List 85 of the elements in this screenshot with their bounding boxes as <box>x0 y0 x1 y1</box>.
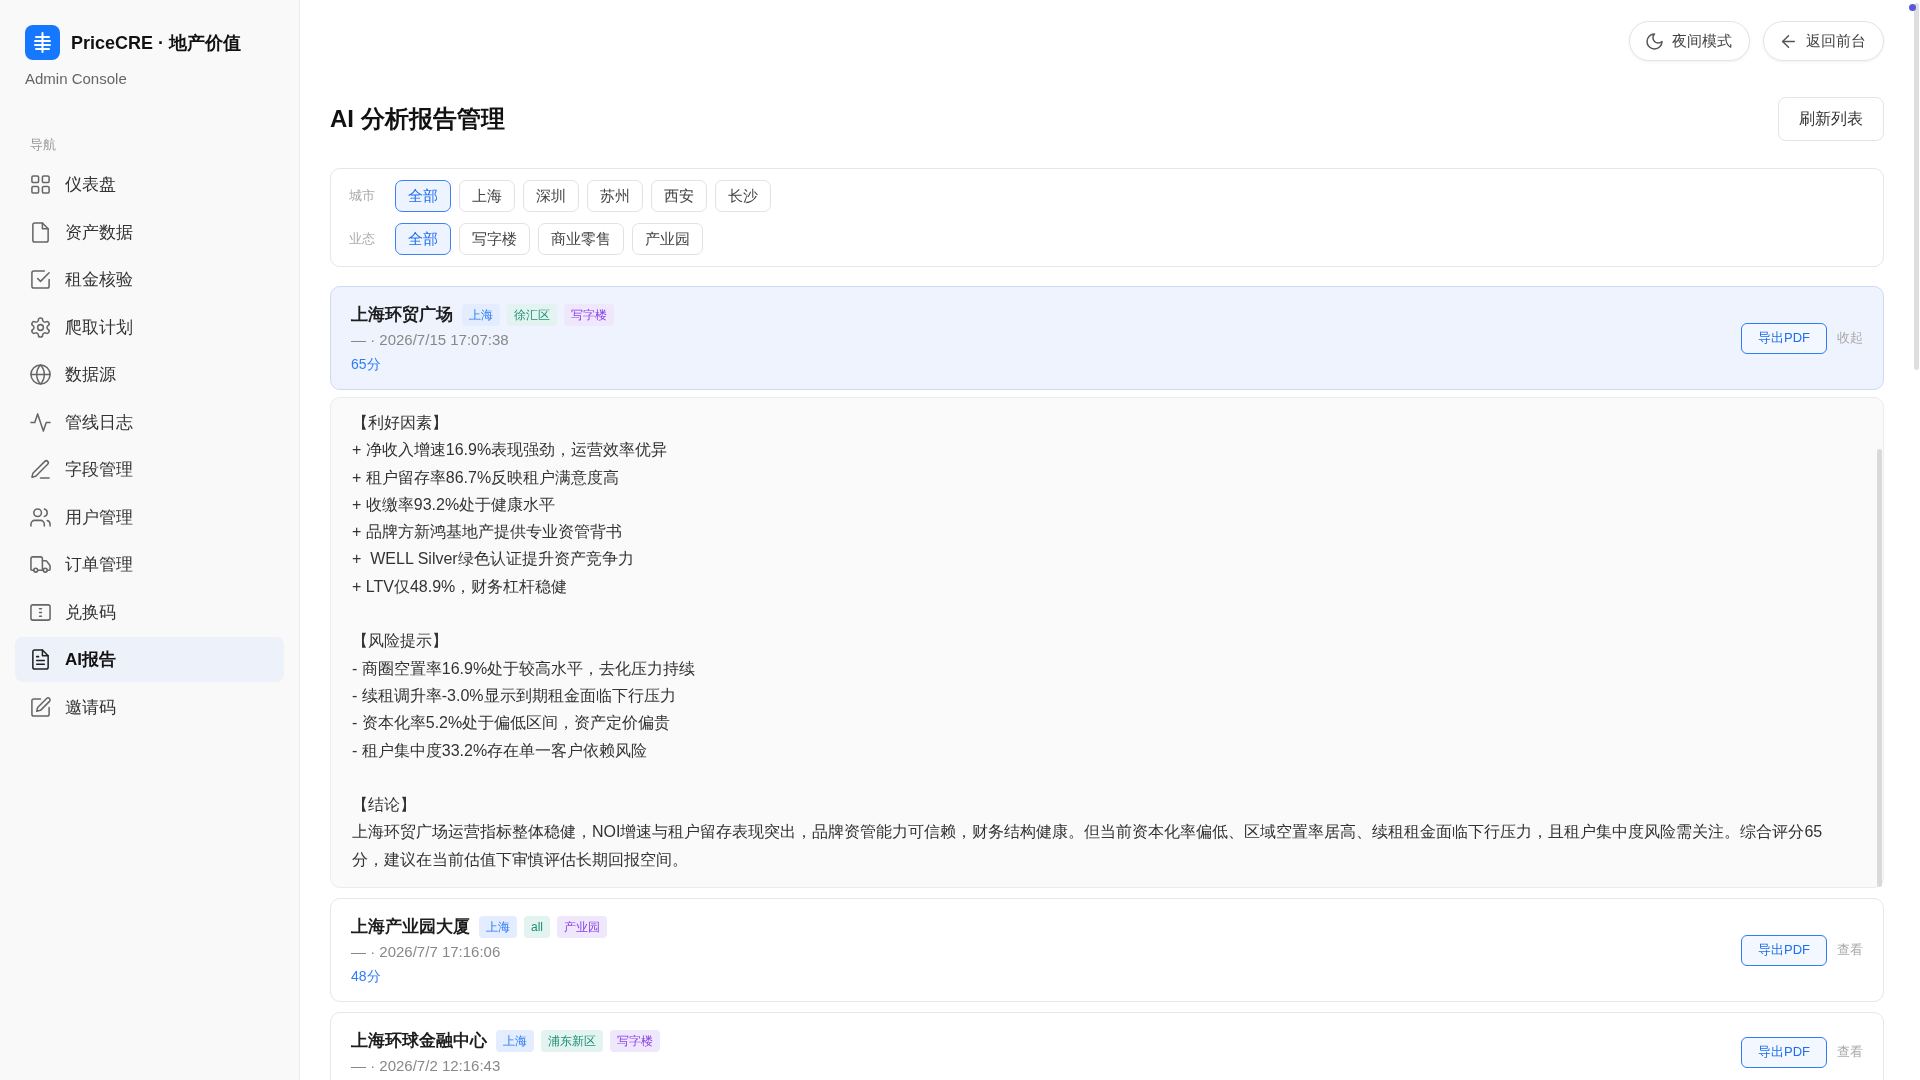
tag: 产业园 <box>557 916 607 939</box>
section-heading: 【利好因素】 <box>352 413 449 433</box>
nav-item[interactable]: 用户管理 <box>15 494 284 540</box>
report-title: 上海环贸广场 <box>351 304 453 326</box>
report-card[interactable]: 上海环球金融中心 上海 浦东新区 写字楼 — · 2026/7/2 12:16:43 导出PDF 查看 <box>330 1012 1884 1080</box>
filter-chip[interactable]: 上海 <box>459 180 515 212</box>
scrollbar[interactable] <box>1914 3 1919 370</box>
nav-item[interactable]: 数据源 <box>15 352 284 397</box>
report-line: + LTV仅48.9%，财务杠杆稳健 <box>352 576 569 597</box>
page-title: AI 分析报告管理 <box>330 104 505 134</box>
refresh-button[interactable]: 刷新列表 <box>1778 97 1884 141</box>
filter-chip[interactable]: 商业零售 <box>538 223 624 255</box>
tag: 上海 <box>462 304 500 326</box>
grid-icon <box>30 174 51 195</box>
report-line: + WELL Silver绿色认证提升资产竞争力 <box>352 549 635 570</box>
filter-chip[interactable]: 西安 <box>651 180 707 212</box>
nav-item[interactable]: 管线日志 <box>15 399 284 445</box>
nav-section-label: 导航 <box>30 137 56 153</box>
filter-chip[interactable]: 产业园 <box>632 223 703 255</box>
filter-chip[interactable]: 全部 <box>395 180 451 212</box>
filter-chip[interactable]: 全部 <box>395 223 451 255</box>
brand-name: PriceCRE · 地产价值 <box>71 31 242 55</box>
export-pdf-button[interactable]: 导出PDF <box>1741 934 1827 966</box>
filter-chip[interactable]: 长沙 <box>715 180 771 212</box>
ticket-icon <box>30 601 51 623</box>
report-line: - 商圈空置率16.9%处于较高水平，去化压力持续 <box>352 658 697 679</box>
nav-item[interactable]: AI报告 <box>15 637 284 682</box>
globe-icon <box>30 364 51 385</box>
gear-icon <box>30 316 51 338</box>
tag: 上海 <box>479 916 517 939</box>
report-title: 上海产业园大厦 <box>351 916 470 939</box>
report-title: 上海环球金融中心 <box>351 1030 487 1053</box>
conclusion-paragraph: 上海环贸广场运营指标整体稳健，NOI增速与租户留存表现突出，品牌资管能力可信赖，财务结构健康。但当前资本化率偏低、区域空置率居高、续租租金面临下行压力，且租户集中度风险需关注。综合评分65分，建议在当前估值下审慎评估长期回报空间。 <box>352 822 1824 870</box>
tag: 浦东新区 <box>541 1030 603 1053</box>
truck-icon <box>30 554 51 575</box>
tag: 徐汇区 <box>507 304 557 326</box>
report-line: + 租户留存率86.7%反映租户满意度高 <box>352 467 621 488</box>
check-square-icon <box>30 269 51 290</box>
report-date: — · 2026/7/15 17:07:38 <box>351 330 509 350</box>
moon-icon <box>1647 33 1662 49</box>
back-button[interactable]: 返回前台 <box>1763 21 1884 61</box>
section-heading: 【结论】 <box>352 795 417 816</box>
nav-item[interactable]: 邀请码 <box>15 684 284 730</box>
report-date: — · 2026/7/2 12:16:43 <box>351 1056 501 1077</box>
report-line: + 品牌方新鸿基地产提供专业资管背书 <box>352 522 623 543</box>
report-score: 48分 <box>351 967 381 987</box>
report-date: — · 2026/7/7 17:16:06 <box>351 942 501 963</box>
file-icon <box>30 221 51 243</box>
tag: all <box>524 916 550 939</box>
tag: 写字楼 <box>564 304 614 326</box>
export-pdf-button[interactable]: 导出PDF <box>1741 1036 1827 1068</box>
logo-icon <box>25 25 60 60</box>
report-line: + 收缴率93.2%处于健康水平 <box>352 494 557 515</box>
document-icon <box>30 649 51 670</box>
dot-icon <box>1909 4 1916 11</box>
section-heading: 【风险提示】 <box>352 631 449 652</box>
filter-chip[interactable]: 深圳 <box>523 180 579 212</box>
tag: 上海 <box>496 1030 534 1053</box>
filter-label: 业态 <box>349 230 376 248</box>
night-mode-button[interactable]: 夜间模式 <box>1629 21 1750 61</box>
nav-item[interactable]: 订单管理 <box>15 542 284 587</box>
edit-icon <box>30 696 51 718</box>
nav-item[interactable]: 租金核验 <box>15 257 284 302</box>
report-score: 65分 <box>351 355 381 374</box>
filter-chip[interactable]: 写字楼 <box>459 223 530 255</box>
nav-item[interactable]: 字段管理 <box>15 447 284 492</box>
report-card[interactable]: 上海产业园大厦 上海 all 产业园 — · 2026/7/7 17:16:06 48分 导出PDF 查看 <box>330 898 1884 1003</box>
nav-item[interactable]: 资产数据 <box>15 209 284 255</box>
report-card[interactable]: 上海环贸广场 上海 徐汇区 写字楼 — · 2026/7/15 17:07:38 65分 导出PDF 收起 <box>330 286 1884 390</box>
tag: 写字楼 <box>610 1030 660 1053</box>
pen-icon <box>30 459 51 480</box>
filter-label: 城市 <box>349 187 376 205</box>
nav-item[interactable]: 仪表盘 <box>15 162 284 207</box>
export-pdf-button[interactable]: 导出PDF <box>1741 322 1827 354</box>
nav-item[interactable]: 兑换码 <box>15 589 284 635</box>
report-line: - 续租调升率-3.0%显示到期租金面临下行压力 <box>352 685 677 706</box>
scrollbar[interactable] <box>1877 449 1882 888</box>
brand-subtitle: Admin Console <box>25 70 127 88</box>
users-icon <box>30 506 51 528</box>
report-line: - 资本化率5.2%处于偏低区间，资产定价偏贵 <box>352 713 672 734</box>
report-line: - 租户集中度33.2%存在单一客户依赖风险 <box>352 740 649 761</box>
pulse-icon <box>30 411 51 433</box>
filter-chip[interactable]: 苏州 <box>587 180 643 212</box>
nav-item[interactable]: 爬取计划 <box>15 304 284 350</box>
report-line: + 净收入增速16.9%表现强劲，运营效率优异 <box>352 440 669 461</box>
